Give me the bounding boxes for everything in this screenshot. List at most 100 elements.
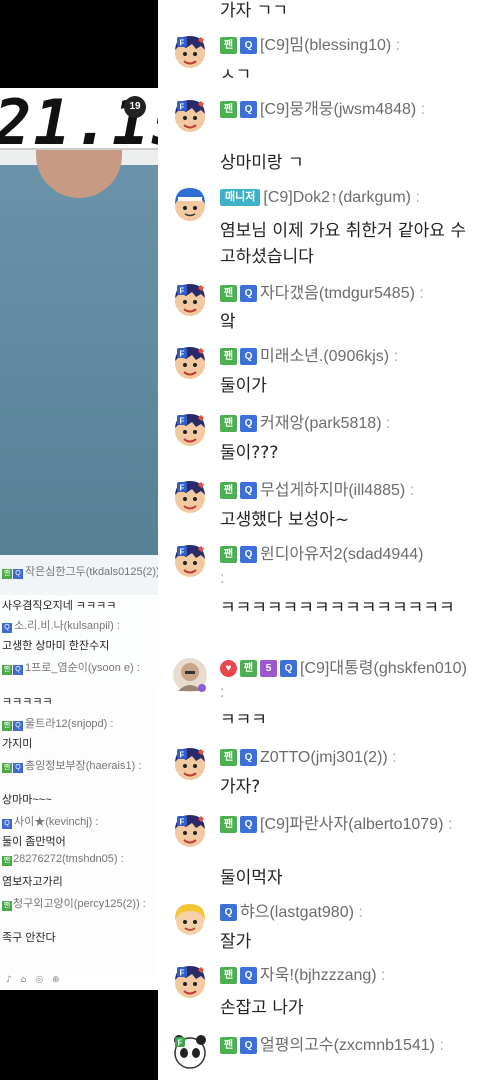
fan-badge: 팬 [240,660,257,677]
fan-badge: 팬 [220,967,237,984]
chat-username[interactable]: [C9]밈(blessing10) [260,37,391,54]
overlay-chat-text: ㅋㅋㅋㅋㅋ [2,696,53,708]
panda-avatar-icon[interactable]: F [172,1034,208,1070]
fan-badge: 팬 [220,1037,237,1054]
svg-text:F: F [178,1039,183,1048]
chat-message-text: 고생했다 보성아~ [220,510,350,530]
chat-message-text: 잘가 [220,932,252,952]
overlay-chat-name: 팬 28276272(tmshdn05) : [2,853,124,866]
overlay-chat-name: Q 소.리.비.나(kulsanpil) : [2,617,120,633]
video-player[interactable]: 21.15 19 팬Q작은심한그두(tkdals0125(2)) : 사우겸직오… [0,0,158,990]
overlay-chat-name: Q 사이★(kevinchj) : [2,813,98,829]
chat-message-text: 앜 [220,312,236,332]
chat-meta: 팬 Q [C9]뭉개뭉(jwsm4848) : [220,98,475,122]
overlay-chat: 팬 Q 작은심한그두(tkdals0125(2)) : 사우겸직오지네 ㅋㅋㅋㅋ Q… [0,555,158,975]
chat-meta: 팬 Q 윈디아유저2(sdad4944): [220,546,424,587]
chat-meta: 팬 Q [C9]밈(blessing10) : [220,34,475,58]
overlay-chat-name: 팬 Q 울트라12(snjopd) : [2,718,114,731]
quickview-badge: Q [240,348,257,365]
chat-message-text: ㅅㄱ [220,65,252,85]
fan-avatar-icon[interactable] [172,964,208,1000]
chat-message-text: ㅋㅋㅋ [220,710,267,730]
chat-username[interactable]: 얼평의고수(zxcmnb1541) [260,1037,435,1054]
overlay-chat-text: 족구 안잔다 [2,932,56,944]
chat-username[interactable]: 미래소년.(0906kjs) [260,348,389,365]
chat-username[interactable]: [C9]파란사자(alberto1079) [260,816,443,833]
target-icon[interactable]: ◎ [35,975,43,985]
chat-meta: Q 햐으(lastgat980) : [220,901,475,925]
chat-panel[interactable]: F 가자 ㄱㄱ 팬Q[C9]밈(blessing10) : ㅅㄱ 팬Q[C9]뭉… [158,0,478,1080]
chat-meta: 팬 Q 자욱!(bjhzzzang) : [220,964,475,988]
fan-badge: 팬 [220,816,237,833]
overlay-chat-text: 상마마~~~ [2,794,52,806]
chat-username[interactable]: 햐으(lastgat980) [240,904,354,921]
chat-username[interactable]: 자다갰음(tmdgur5485) [260,285,415,302]
blonde-avatar-icon[interactable] [172,901,208,937]
chat-meta: 팬 Q [C9]파란사자(alberto1079) : [220,813,475,837]
overlay-chat-name: 팬 청구외고양이(percy125(2)) : [2,898,146,911]
timer-badge: 19 [124,96,146,118]
quickview-badge: Q [240,546,257,563]
fan-avatar-icon[interactable] [172,746,208,782]
chat-meta: 팬 Q 무섭게하지마(ill4885) : [220,479,475,503]
overlay-chat-text: 둘이 좀만먹어 [2,836,66,848]
fan-avatar-icon[interactable] [172,813,208,849]
manager-badge: 매니저 [220,189,261,206]
quickview-badge: Q [240,285,257,302]
video-controls: ♪ ⌂ ◎ ⊕ [0,975,158,990]
chat-username[interactable]: [C9]뭉개뭉(jwsm4848) [260,101,416,118]
chat-message-text: 상마미랑 ㄱ [220,153,304,173]
overlay-chat-text: 고생한 상마미 한잔수지 [2,640,110,652]
chat-meta: 매니저 [C9]Dok2↑(darkgum) : [220,186,475,210]
overlay-chat-name: 팬 Q 총잉정보부장(haerais1) : [2,760,142,773]
quickview-badge: Q [220,904,237,921]
overlay-chat-name: 팬 Q 1프로_염순이(ysoon e) : [2,662,140,675]
chat-message-text: 둘이먹자 [220,868,283,888]
streamer-shirt [0,165,158,595]
quickview-badge: Q [240,101,257,118]
quickview-badge: Q [280,660,297,677]
fan-avatar-icon[interactable] [172,543,208,579]
quickview-badge: Q [240,415,257,432]
fan-badge: 팬 [220,101,237,118]
manager-avatar-icon[interactable] [172,186,208,222]
fan-avatar-icon[interactable] [172,34,208,70]
chat-username[interactable]: 커재앙(park5818) [260,415,382,432]
fan-avatar-icon[interactable] [172,282,208,318]
chat-username[interactable]: 윈디아유저2(sdad4944) [260,546,423,563]
fan-badge: 팬 [220,348,237,365]
overlay-chat-text: 염보자고가리 [2,876,63,888]
chat-meta: 팬 Q 얼평의고수(zxcmnb1541) : [220,1034,475,1058]
chat-meta: 팬 Q 커재앙(park5818) : [220,412,475,436]
quickview-badge: Q [240,482,257,499]
fan-badge: 팬 [220,285,237,302]
fan-avatar-icon[interactable] [172,479,208,515]
chat-username[interactable]: Z0TTO(jmj301(2)) [260,749,388,766]
timer-display: 21.15 19 [0,86,158,159]
home-icon[interactable]: ⌂ [21,975,27,985]
photo-avatar-icon[interactable] [172,657,208,693]
chat-message-text: 손잡고 나가 [220,998,304,1018]
chat-meta: 팬 Q 자다갰음(tmdgur5485) : [220,282,475,306]
music-icon[interactable]: ♪ [6,975,12,985]
fan-badge: 팬 [220,415,237,432]
chat-message-text: 둘이가 [220,376,267,396]
fan-badge: 팬 [220,546,237,563]
add-icon[interactable]: ⊕ [52,975,60,985]
quickview-badge: Q [240,967,257,984]
chat-username[interactable]: 자욱!(bjhzzzang) [260,967,377,984]
overlay-chat-name: 팬 Q 작은심한그두(tkdals0125(2)) : [2,566,158,579]
chat-message-text: 둘이??? [220,443,279,463]
fan-avatar-icon[interactable] [172,98,208,134]
fan-avatar-icon[interactable] [172,345,208,381]
chat-username[interactable]: [C9]Dok2↑(darkgum) [263,189,411,206]
fan-avatar-icon[interactable] [172,412,208,448]
chat-meta: 팬 Q 미래소년.(0906kjs) : [220,345,475,369]
chat-message-text: 가자 ㄱㄱ [220,1,288,21]
chat-username[interactable]: [C9]대통령(ghskfen010) [300,660,467,677]
chat-meta: ♥ 팬 5 Q [C9]대통령(ghskfen010) : [220,660,467,701]
overlay-chat-text: 사우겸직오지네 ㅋㅋㅋㅋ [2,600,117,612]
chat-message-text: 염보님 이제 가요 취한거 같아요 수고하셨습니다 [220,221,466,267]
fan-badge: 팬 [220,749,237,766]
chat-username[interactable]: 무섭게하지마(ill4885) [260,482,405,499]
